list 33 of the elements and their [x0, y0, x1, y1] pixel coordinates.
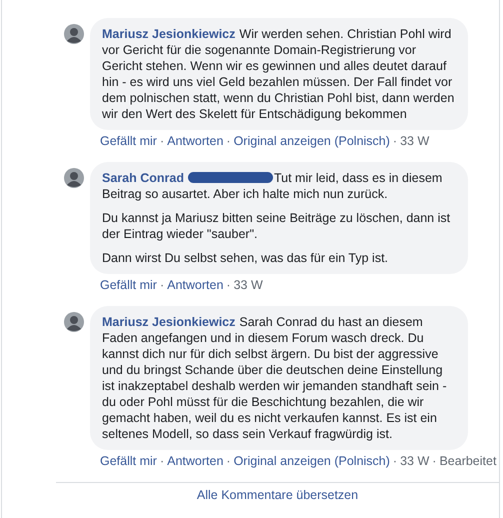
comment-text: Mariusz Jesionkiewicz Sarah Conrad du hast an diesem Faden angefangen und in diesem Forum wasch dreck. Du kannst dich nur für dich selbst ärgern. Du bist der aggressive und du bringst Schande über die deutschen deine Einstellung ist inakzeptabel deshalb werden wir jemanden standhaft sein - du oder Pohl müsst für die Beschichtung bezahlen, die wir gemacht haben, weil du es nicht verkaufen kannst. Es ist ein seltenes Modell, so dass sein Verkauf fragwürdig ist.: [102, 314, 448, 442]
comment-text: Dann wirst Du selbst sehen, was das für ein Typ ist.: [102, 250, 390, 266]
comment-text: Sarah Conrad Tut mir leid, dass es in diesem Beitrag so ausartet. Aber ich halte mich nun zurück.: [102, 170, 444, 202]
action-link[interactable]: Original anzeigen (Polnisch): [234, 453, 390, 469]
comment-meta: 33 W: [234, 277, 263, 293]
action-link[interactable]: Antworten: [167, 453, 224, 469]
separator-dot: ·: [226, 277, 231, 293]
separator-dot: ·: [160, 453, 164, 469]
author-name[interactable]: Mariusz Jesionkiewicz: [102, 315, 236, 329]
action-link[interactable]: Gefällt mir: [100, 133, 157, 149]
comment-meta: Bearbeitet: [439, 453, 496, 469]
separator-dot: ·: [432, 453, 436, 469]
author-name[interactable]: Mariusz Jesionkiewicz: [102, 27, 236, 41]
separator-dot: ·: [392, 453, 398, 469]
separator-dot: ·: [226, 453, 231, 469]
separator-dot: ·: [392, 133, 398, 149]
separator-dot: ·: [226, 133, 231, 149]
avatar-icon: [64, 168, 84, 188]
author-name[interactable]: Sarah Conrad: [102, 171, 184, 185]
translate-all-link[interactable]: Alle Kommentare übersetzen: [196, 488, 358, 502]
comment-text: Mariusz Jesionkiewicz Wir werden sehen. Christian Pohl wird vor Gericht für die sogenannte Domain-Registrierung vor Gericht stehen. Wenn wir es gewinnen und alles deutet darauf hin - es wird uns viel Geld bezahlen müssen. Der Fall findet vor dem polnischen statt, wenn du Christian Pohl bist, dann werden wir den Wert des Skelett für Entschädigung bekommen: [102, 26, 456, 122]
comment-text: Du kannst ja Mariusz bitten seine Beiträge zu löschen, dann ist der Eintrag wieder "sauber".: [102, 210, 452, 242]
action-link[interactable]: Antworten: [167, 277, 224, 293]
avatar-icon: [64, 312, 84, 332]
avatar-icon: [64, 24, 84, 44]
separator-dot: ·: [160, 277, 164, 293]
action-link[interactable]: Gefällt mir: [100, 277, 157, 293]
comment-meta: 33 W: [400, 453, 430, 469]
action-link[interactable]: Gefällt mir: [100, 453, 157, 469]
separator-dot: ·: [160, 133, 164, 149]
comment-meta: 33 W: [400, 133, 430, 149]
action-link[interactable]: Antworten: [167, 133, 224, 149]
action-link[interactable]: Original anzeigen (Polnisch): [234, 133, 390, 149]
